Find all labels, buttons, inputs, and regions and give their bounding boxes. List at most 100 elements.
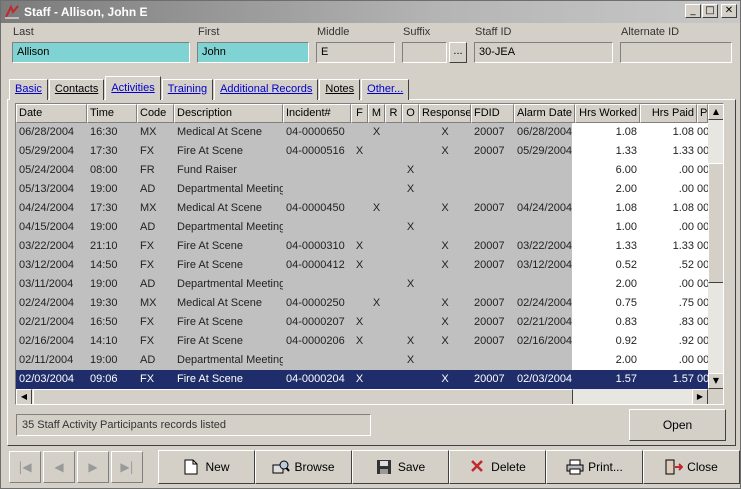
cell-description: Fire At Scene [174, 370, 283, 389]
tab-basic[interactable]: Basic [9, 79, 48, 100]
cell-r [385, 370, 402, 389]
last-label: Last [13, 26, 34, 38]
tab-other[interactable]: Other... [361, 79, 410, 100]
cell-r [385, 180, 402, 199]
horizontal-scrollbar[interactable]: ◀ ▶ [16, 389, 708, 404]
column-header-m[interactable]: M [368, 104, 385, 123]
cell-date: 02/16/2004 [19, 335, 75, 347]
column-header-hrs-paid[interactable]: Hrs Paid [640, 104, 697, 123]
column-header-alarm-date[interactable]: Alarm Date [514, 104, 575, 123]
table-row[interactable]: 02/11/2004 19:00 AD Departmental Meeting/X 2… [16, 351, 708, 370]
cell-o [402, 313, 419, 332]
first-label: First [198, 26, 220, 38]
column-header-f[interactable]: F [351, 104, 368, 123]
table-row[interactable]: 02/16/2004 14:10 FX Fire At Scene 04-0000206… [16, 332, 708, 351]
table-row[interactable]: 03/12/2004 14:50 FX Fire At Scene 04-0000412… [16, 256, 708, 275]
new-button[interactable]: New [158, 450, 255, 484]
last-name-field[interactable]: Allison [12, 42, 190, 63]
minimize-button[interactable]: _ [685, 4, 701, 18]
horizontal-scroll-thumb[interactable] [33, 389, 573, 404]
table-row[interactable]: 03/22/2004 21:10 FX Fire At Scene 04-0000310… [16, 237, 708, 256]
cell-hrs-worked: 1.33 [575, 142, 640, 161]
title-bar[interactable]: Staff - Allison, John E _ □ ✕ [1, 1, 740, 23]
cell-date: 03/22/2004 [19, 240, 75, 252]
table-row[interactable]: 05/29/2004 17:30 FX Fire At Scene 04-0000516… [16, 142, 708, 161]
scroll-left-icon[interactable]: ◀ [16, 389, 32, 404]
close-window-button[interactable]: ✕ [721, 4, 737, 18]
cell-code: FX [140, 145, 155, 157]
suffix-lookup-button[interactable]: ... [449, 42, 467, 63]
cell-response: X [441, 335, 449, 347]
save-button[interactable]: Save [352, 450, 449, 484]
cell-hrs-worked: 1.00 [575, 218, 640, 237]
cell-hrs-worked: 1.08 [575, 199, 640, 218]
column-header-o[interactable]: O [402, 104, 419, 123]
vertical-scrollbar[interactable]: ▲ ▼ [708, 104, 723, 389]
vertical-scroll-thumb[interactable] [708, 163, 723, 283]
cell-time: 19:00 [90, 221, 118, 233]
open-button[interactable]: Open [629, 409, 726, 441]
staff-id-field[interactable]: 30-JEA [474, 42, 613, 63]
browse-button[interactable]: Browse [255, 450, 352, 484]
print-button-label: Print... [588, 460, 623, 474]
bottom-toolbar: |◀ ◀ ▶ ▶| New Browse Save Delete Print..… [5, 449, 740, 487]
first-record-icon[interactable]: |◀ [9, 451, 41, 483]
column-header-fdid[interactable]: FDID [471, 104, 514, 123]
column-header-po[interactable]: Po [697, 104, 708, 123]
cell-date: 02/21/2004 [19, 316, 75, 328]
maximize-button[interactable]: □ [702, 4, 718, 18]
table-row[interactable]: 05/13/2004 19:00 AD Departmental Meeting/X 2… [16, 180, 708, 199]
cell-m [368, 275, 385, 294]
scroll-right-icon[interactable]: ▶ [692, 389, 708, 404]
column-header-response[interactable]: Response [419, 104, 471, 123]
cell-fdid: 20007 [474, 335, 505, 347]
close-button[interactable]: Close [643, 450, 740, 484]
previous-record-icon[interactable]: ◀ [43, 451, 75, 483]
cell-code: AD [140, 221, 156, 233]
table-row[interactable]: 02/03/2004 09:06 FX Fire At Scene 04-0000204… [16, 370, 708, 389]
tab-additional-records[interactable]: Additional Records [214, 79, 319, 100]
tab-notes[interactable]: Notes [319, 79, 361, 100]
tab-activities[interactable]: Activities [105, 76, 161, 100]
suffix-field[interactable] [402, 42, 447, 63]
table-row[interactable]: 02/21/2004 16:50 FX Fire At Scene 04-0000207… [16, 313, 708, 332]
cell-po: 00 [697, 278, 708, 290]
cell-hrs-paid: .00 [640, 161, 697, 180]
next-record-icon[interactable]: ▶ [77, 451, 109, 483]
column-header-description[interactable]: Description [174, 104, 283, 123]
column-header-time[interactable]: Time [87, 104, 137, 123]
printer-icon [566, 459, 584, 475]
scroll-up-icon[interactable]: ▲ [708, 104, 723, 120]
cell-r [385, 294, 402, 313]
table-row[interactable]: 06/28/2004 16:30 MX Medical At Scene 04-0000… [16, 123, 708, 142]
middle-name-field[interactable]: E [316, 42, 395, 63]
alternate-id-field[interactable] [620, 42, 732, 63]
column-header-incident[interactable]: Incident# [283, 104, 351, 123]
cell-po: 00 [697, 259, 708, 271]
table-row[interactable]: 04/24/2004 17:30 MX Medical At Scene 04-0000… [16, 199, 708, 218]
table-row[interactable]: 02/24/2004 19:30 MX Medical At Scene 04-0000… [16, 294, 708, 313]
scroll-down-icon[interactable]: ▼ [708, 373, 723, 389]
cell-response: X [441, 202, 449, 214]
table-row[interactable]: 03/11/2004 19:00 AD Departmental Meeting/X 2… [16, 275, 708, 294]
tab-contacts[interactable]: Contacts [48, 79, 105, 100]
delete-button[interactable]: Delete [449, 450, 546, 484]
cell-fdid [471, 180, 514, 199]
column-header-date[interactable]: Date [16, 104, 87, 123]
cell-code: MX [140, 126, 157, 138]
column-header-code[interactable]: Code [137, 104, 174, 123]
print-button[interactable]: Print... [546, 450, 643, 484]
delete-button-label: Delete [491, 460, 526, 474]
column-header-r[interactable]: R [385, 104, 402, 123]
first-name-field[interactable]: John [197, 42, 309, 63]
last-record-icon[interactable]: ▶| [111, 451, 143, 483]
table-row[interactable]: 05/24/2004 08:00 FR Fund Raiser X 6.00.0000 [16, 161, 708, 180]
cell-r [385, 275, 402, 294]
staff-id-label: Staff ID [475, 26, 512, 38]
tab-training[interactable]: Training [161, 79, 214, 100]
column-header-hrs-worked[interactable]: Hrs Worked [575, 104, 640, 123]
cell-fdid: 20007 [474, 145, 505, 157]
activities-grid[interactable]: Date Time Code Description Incident# F M R O Resp… [15, 103, 724, 405]
cell-r [385, 218, 402, 237]
table-row[interactable]: 04/15/2004 19:00 AD Departmental Meeting/X 1… [16, 218, 708, 237]
